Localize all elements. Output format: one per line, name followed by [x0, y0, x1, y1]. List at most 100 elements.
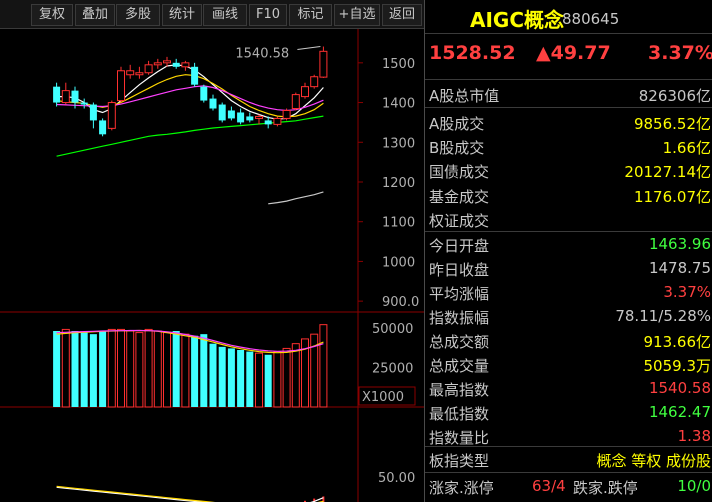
- volume-bar: [89, 334, 97, 407]
- row-value: 913.66亿: [643, 333, 712, 351]
- row-value: 9856.52亿: [633, 115, 711, 133]
- volume-bar: [153, 330, 162, 408]
- toolbar-button-8[interactable]: 返回: [382, 4, 422, 26]
- row-value: 20127.14亿: [624, 163, 711, 182]
- candle-body: [200, 86, 208, 101]
- candle-body: [126, 70, 135, 76]
- volume-bar: [282, 347, 291, 408]
- decline-value: 10/0: [677, 477, 711, 495]
- row-value: 78.11/5.28%: [615, 307, 711, 325]
- volume-bar: [99, 331, 107, 407]
- candle-body: [209, 98, 217, 109]
- toolbar-button-7[interactable]: +自选: [334, 4, 380, 26]
- toolbar-button-6[interactable]: 标记: [289, 4, 332, 26]
- volume-bar: [61, 328, 70, 408]
- chart-toolbar: 复权 叠加 多股 统计 画线 F10 标记 +自选 返回: [0, 0, 424, 29]
- candle-body: [191, 66, 199, 85]
- row-turnover-4: 权证成交: [425, 208, 712, 232]
- toolbar-button-5[interactable]: F10: [249, 4, 287, 26]
- panel-separator: [425, 107, 712, 108]
- volume-bar: [218, 346, 226, 407]
- candle-body: [319, 50, 328, 78]
- panel-separator: [425, 79, 712, 80]
- row-stat-0: 今日开盘 1463.96: [425, 233, 712, 257]
- volume-bar: [191, 335, 199, 407]
- volume-bar: [71, 331, 79, 407]
- row-label: 权证成交: [429, 211, 490, 230]
- volume-bar: [107, 328, 116, 408]
- long-ma-line: [268, 191, 324, 205]
- candle-body: [71, 90, 79, 103]
- volume-bar: [209, 343, 217, 407]
- row-label: 昨日收盘: [429, 261, 490, 279]
- volume-bar: [80, 332, 88, 407]
- row-stat-2: 平均涨幅 3.37%: [425, 281, 712, 305]
- row-stat-5: 总成交量 5059.3万: [425, 353, 712, 377]
- price-tick-label: 1300: [382, 136, 415, 151]
- board-type-label: 板指类型: [429, 452, 490, 470]
- candle-body: [301, 86, 309, 98]
- row-value: 1176.07亿: [633, 187, 711, 206]
- candle-body: [310, 76, 319, 88]
- volume-bar: [273, 351, 282, 408]
- row-value: 5059.3万: [643, 357, 712, 375]
- panel-separator: [425, 446, 712, 447]
- row-value: 1478.75: [648, 259, 711, 277]
- volume-bar: [246, 351, 254, 407]
- candle-body: [172, 62, 180, 67]
- price-tick-label: 1400: [382, 97, 415, 112]
- last-price: 1528.52: [429, 42, 516, 64]
- candle-body: [80, 102, 88, 105]
- row-label: 总成交量: [429, 357, 490, 375]
- max-price-label: 1540.58: [235, 47, 289, 62]
- volume-tick-label: 50000: [372, 322, 413, 337]
- row-stat-1: 昨日收盘 1478.75: [425, 257, 712, 281]
- row-turnover-0: A股成交 9856.52亿: [425, 111, 712, 135]
- volume-bar: [319, 324, 328, 408]
- candle-body: [99, 120, 107, 135]
- volume-bar: [117, 328, 125, 408]
- volume-bar: [144, 328, 153, 408]
- row-stat-6: 最高指数 1540.58: [425, 377, 712, 401]
- chart-area: 1500 1400 1300 1200 1100 1000 900.0 1540.58 5000…: [0, 29, 424, 502]
- price-change-pct: 3.37%: [648, 42, 712, 64]
- candle-body: [237, 112, 245, 123]
- candle-body: [153, 62, 162, 66]
- candle-body: [181, 62, 190, 68]
- candle-body: [61, 90, 70, 104]
- row-label: B股成交: [429, 139, 485, 158]
- price-tick-label: 1500: [382, 57, 415, 72]
- row-value: 1.66亿: [662, 139, 711, 158]
- volume-bar: [264, 354, 272, 407]
- row-stat-7: 最低指数 1462.47: [425, 401, 712, 425]
- decline-label: 跌家.跌停: [573, 479, 638, 497]
- volume-bar: [255, 352, 263, 408]
- row-label: 今日开盘: [429, 237, 490, 255]
- candle-body: [144, 64, 153, 74]
- toolbar-button-0[interactable]: 复权: [31, 4, 73, 26]
- price-tick-label: 1100: [382, 216, 415, 231]
- candle-body: [163, 60, 171, 64]
- row-value: 3.37%: [663, 283, 711, 301]
- toolbar-button-2[interactable]: 多股: [116, 4, 160, 26]
- row-board-type: 板指类型 概念 等权 成份股: [425, 448, 712, 472]
- candle-body: [89, 104, 97, 121]
- row-turnover-2: 国债成交 20127.14亿: [425, 159, 712, 183]
- volume-bar: [291, 343, 300, 408]
- price-change: ▲49.77: [536, 42, 611, 64]
- row-value: 1540.58: [648, 379, 711, 397]
- panel-separator: [425, 472, 712, 473]
- volume-bar: [227, 348, 235, 407]
- volume-bar: [135, 332, 144, 408]
- row-label: 总成交额: [429, 333, 490, 351]
- volume-bar: [126, 330, 135, 408]
- toolbar-button-3[interactable]: 统计: [162, 4, 202, 26]
- volume-bar: [181, 333, 190, 408]
- toolbar-button-4[interactable]: 画线: [203, 4, 247, 26]
- ma-line-3: [56, 115, 324, 157]
- volume-bar: [200, 334, 208, 407]
- toolbar-button-1[interactable]: 叠加: [75, 4, 115, 26]
- row-stat-3: 指数振幅 78.11/5.28%: [425, 305, 712, 329]
- advance-label: 涨家.涨停: [429, 479, 494, 497]
- row-label: 指数振幅: [429, 309, 490, 327]
